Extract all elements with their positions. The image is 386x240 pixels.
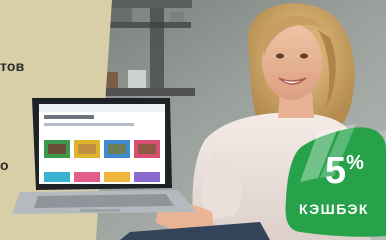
promo-banner[interactable]: тов о 5% КЭШБЭК [0, 0, 386, 240]
banner-illustration [0, 0, 386, 240]
laptop-illustration [12, 98, 196, 214]
